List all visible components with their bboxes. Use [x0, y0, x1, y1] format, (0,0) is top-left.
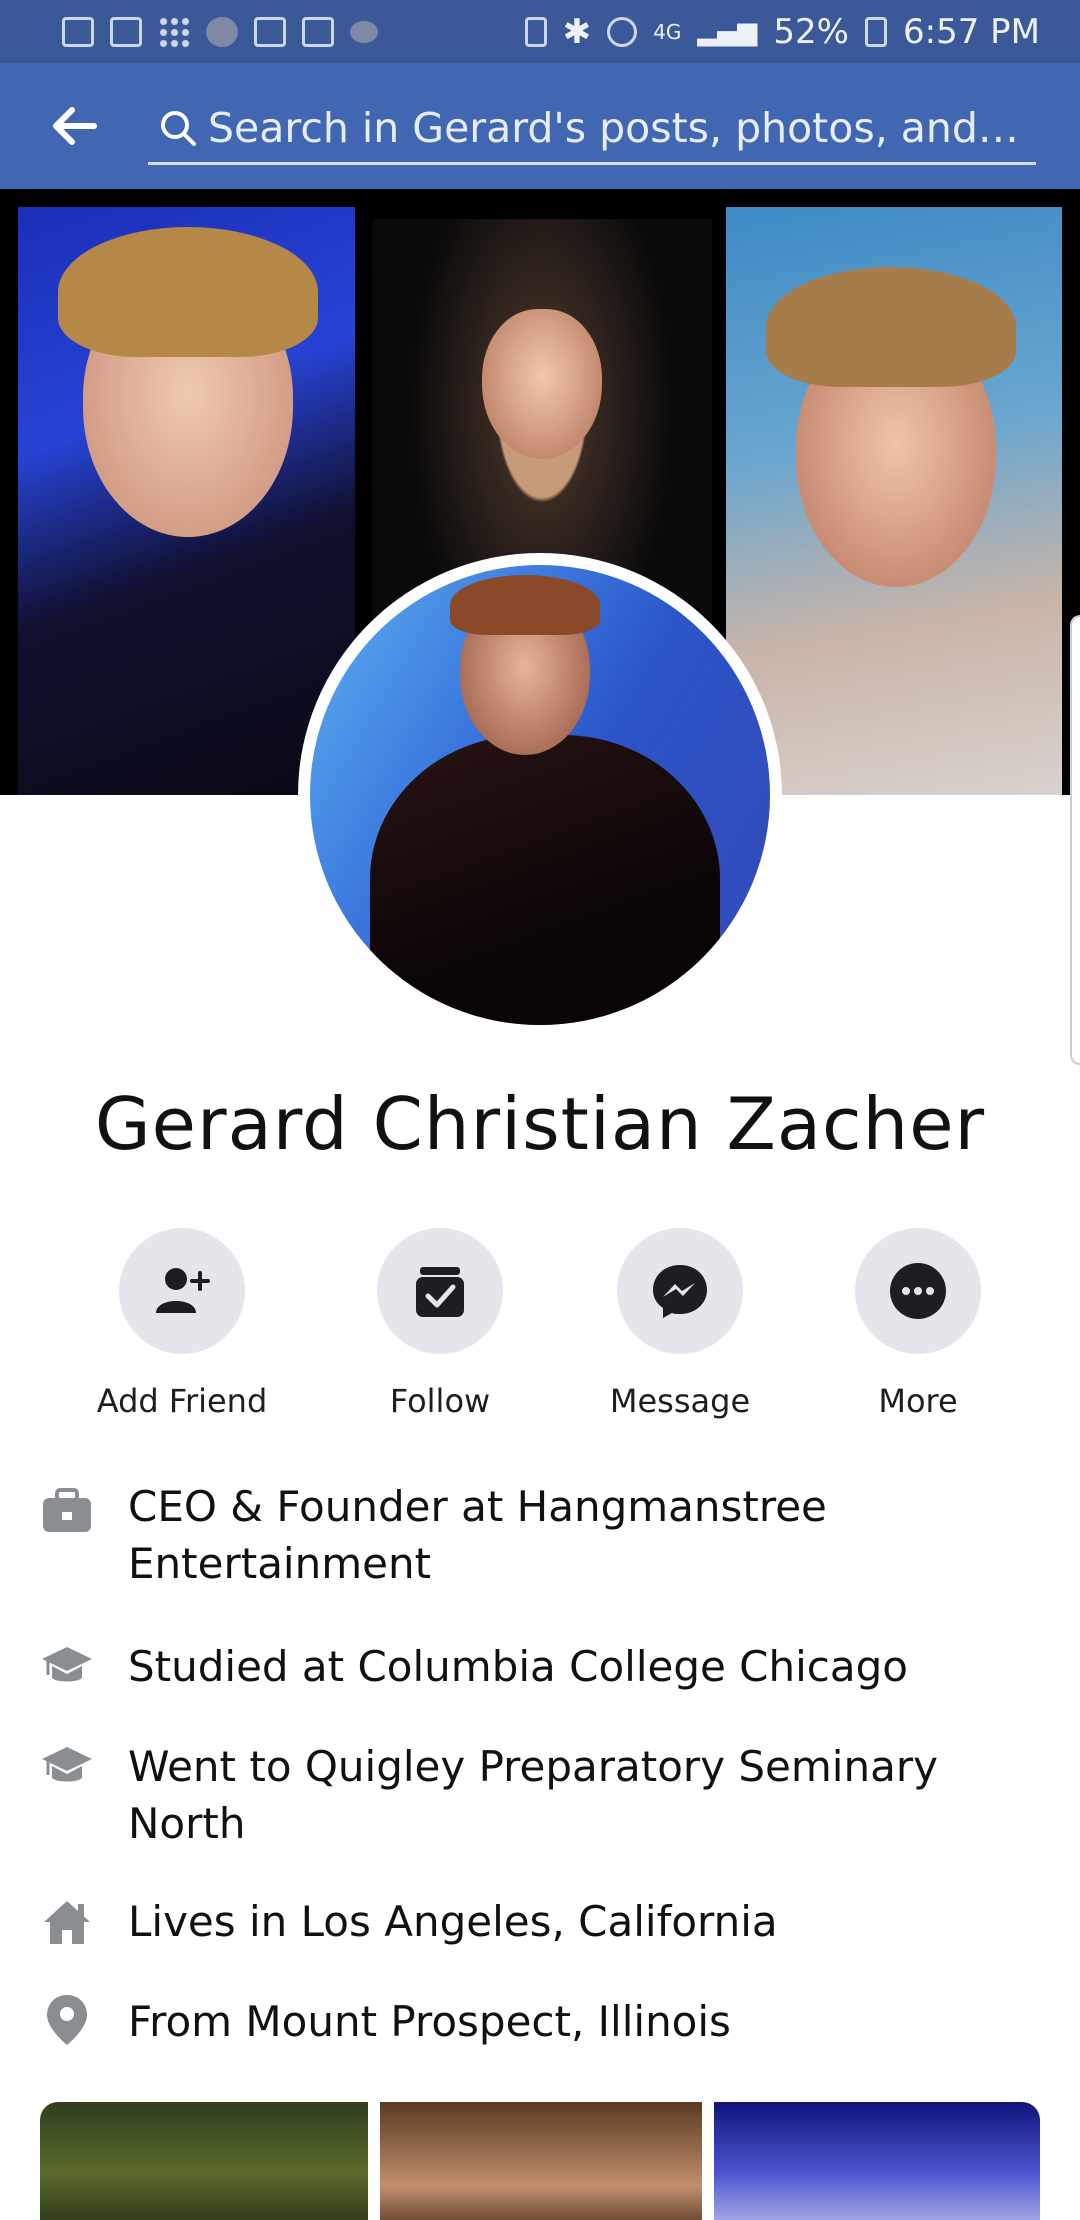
- add-friend-label: Add Friend: [96, 1382, 268, 1420]
- follow-icon: [377, 1228, 503, 1354]
- bluetooth-icon: ✱: [562, 11, 592, 52]
- profile-hair: [450, 575, 600, 635]
- calendar-icon: [62, 16, 94, 47]
- graduation-cap-icon: [40, 1740, 94, 1794]
- add-friend-button[interactable]: Add Friend: [62, 1228, 302, 1420]
- cover-photo-right: [726, 207, 1062, 795]
- back-button[interactable]: [0, 63, 150, 189]
- cloud-icon: [350, 20, 378, 43]
- info-current-city-text: Lives in Los Angeles, California: [128, 1897, 778, 1946]
- status-bar-notifications: [62, 15, 378, 48]
- photo-thumbnail[interactable]: [714, 2102, 1040, 2220]
- circle-icon: [206, 16, 238, 47]
- briefcase-icon: [40, 1484, 94, 1538]
- cover-face: [482, 309, 602, 459]
- info-college-text: Studied at Columbia College Chicago: [128, 1642, 908, 1691]
- status-time: 6:57 PM: [903, 11, 1040, 52]
- scroll-handle[interactable]: [1070, 615, 1080, 1065]
- back-arrow-icon: [53, 107, 97, 145]
- network-type: 4G: [653, 19, 682, 44]
- profile-name: Gerard Christian Zacher: [94, 1082, 986, 1166]
- cover-photo-left: [18, 207, 355, 795]
- signal-icon: ▂▄▆: [697, 16, 758, 47]
- message-button[interactable]: Message: [560, 1228, 800, 1420]
- info-work-text: CEO & Founder at Hangmanstree Entertainm…: [128, 1482, 827, 1588]
- location-pin-icon: [40, 1993, 94, 2047]
- dots-icon: [158, 15, 190, 48]
- more-label: More: [878, 1382, 958, 1420]
- alarm-icon: [607, 16, 638, 47]
- battery-level: 52%: [773, 11, 849, 52]
- profile-picture-image: [310, 565, 770, 1025]
- graduation-cap-icon: [40, 1640, 94, 1694]
- info-high-school-text: Went to Quigley Preparatory Seminary Nor…: [128, 1742, 938, 1848]
- messenger-icon: [617, 1228, 743, 1354]
- info-hometown-text: From Mount Prospect, Illinois: [128, 1997, 731, 2046]
- battery-icon: [865, 16, 887, 47]
- profile-picture[interactable]: [298, 553, 782, 1037]
- add-friend-icon: [119, 1228, 245, 1354]
- profile-jacket: [370, 735, 720, 1025]
- photo-thumbnail[interactable]: [40, 2102, 368, 2220]
- mail-icon: [110, 16, 142, 47]
- cover-hair: [766, 267, 1016, 387]
- cover-hair: [58, 227, 318, 357]
- status-bar-system: ✱ 4G ▂▄▆ 52% 6:57 PM: [524, 11, 1040, 52]
- battery-saver-icon: [524, 16, 547, 47]
- photo-grid: [40, 2102, 1040, 2220]
- more-icon: [855, 1228, 981, 1354]
- home-icon: [40, 1895, 94, 1949]
- more-button[interactable]: More: [798, 1228, 1038, 1420]
- activity-icon: [302, 16, 334, 47]
- photo-thumbnail[interactable]: [380, 2102, 702, 2220]
- follow-label: Follow: [389, 1382, 491, 1420]
- card-icon: [254, 16, 286, 47]
- search-input[interactable]: Search in Gerard's posts, photos, and ta…: [148, 93, 1036, 165]
- search-placeholder: Search in Gerard's posts, photos, and ta…: [208, 103, 1028, 152]
- message-label: Message: [609, 1382, 751, 1420]
- profile-actions: Add Friend Follow Message More: [0, 1228, 1080, 1428]
- status-bar: ✱ 4G ▂▄▆ 52% 6:57 PM: [0, 0, 1080, 63]
- follow-button[interactable]: Follow: [320, 1228, 560, 1420]
- search-header: Search in Gerard's posts, photos, and ta…: [0, 63, 1080, 189]
- search-icon: [148, 108, 208, 148]
